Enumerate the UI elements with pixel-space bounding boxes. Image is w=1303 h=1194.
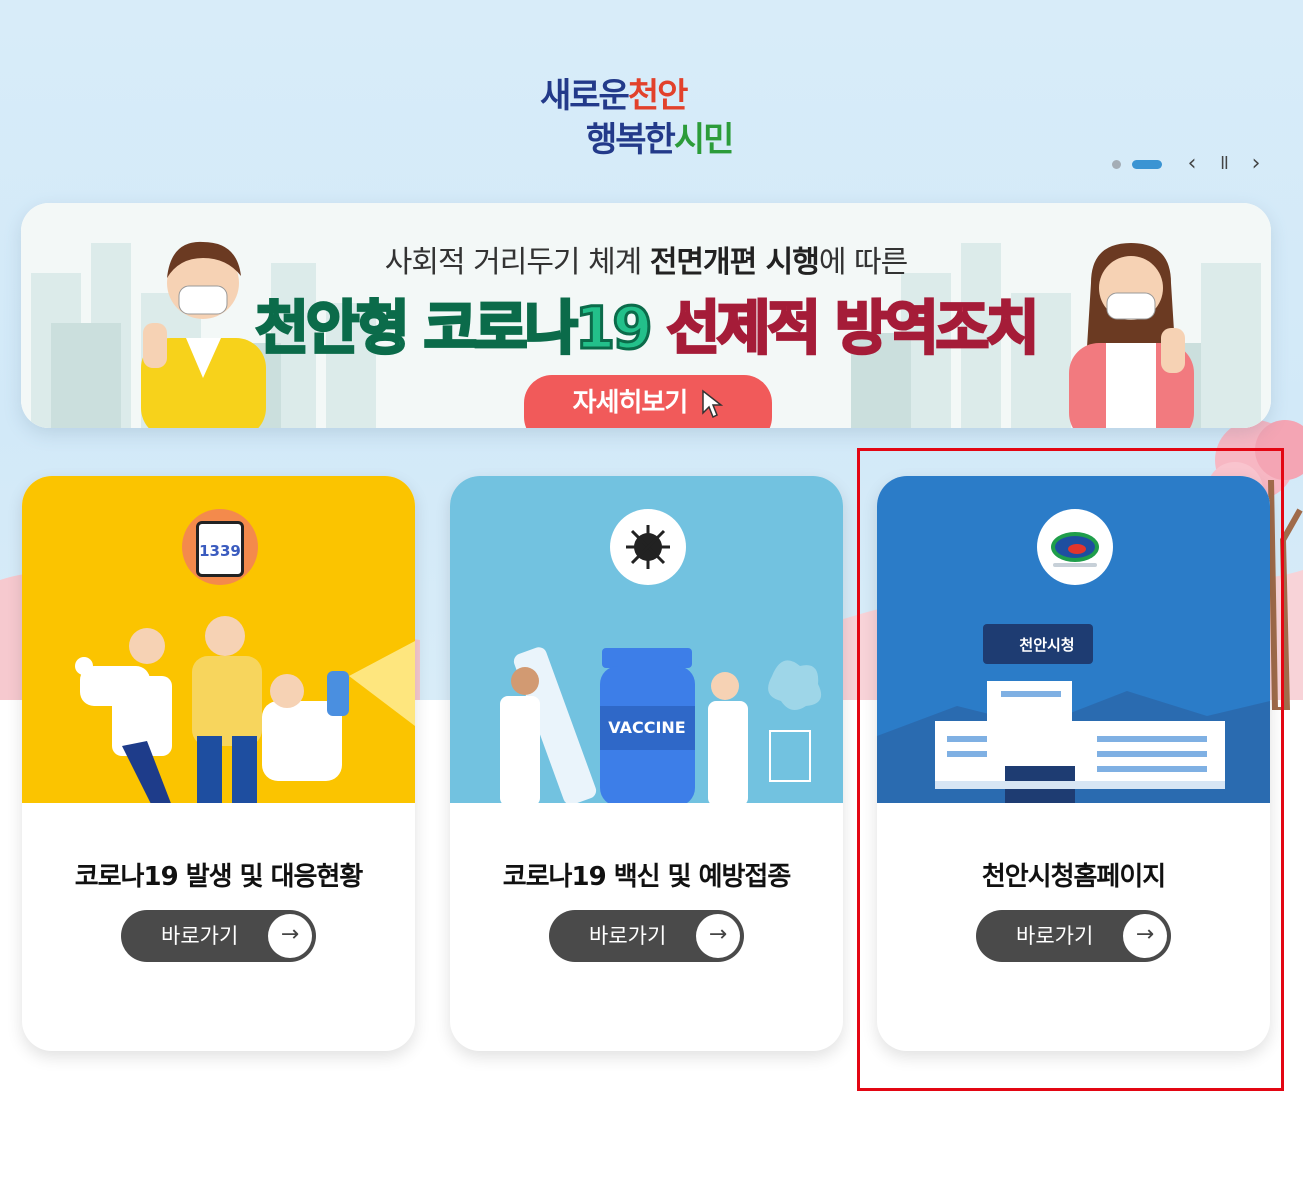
slider-controls: ‹ ll › (1108, 150, 1268, 180)
logo-text-1b: 천안 (627, 76, 689, 116)
banner-subtitle-post: 에 따른 (818, 245, 908, 280)
banner-subtitle-pre: 사회적 거리두기 체계 (384, 245, 650, 280)
banner-subtitle: 사회적 거리두기 체계 전면개편 시행에 따른 (21, 237, 1271, 281)
banner-headline: 천안형 코로나19 선제적 방역조치 (21, 281, 1271, 365)
logo-text-1a: 새로운 (540, 76, 630, 116)
arrow-right-icon: → (268, 914, 312, 958)
card-covid-status-title: 코로나19 발생 및 대응현황 (74, 862, 364, 892)
card-covid-status[interactable]: 1339 코로나19 발생 및 대응현황 바로가기 → (22, 476, 415, 1051)
banner-headline-green: 천안형 코로나19 (254, 293, 667, 364)
vaccine-doctors-illustration: VACCINE (500, 647, 822, 803)
card-covid-status-go-button[interactable]: 바로가기 → (121, 910, 316, 962)
go-button-label: 바로가기 (161, 924, 239, 948)
card-vaccine-go-button[interactable]: 바로가기 → (549, 910, 744, 962)
banner-headline-red: 선제적 방역조치 (665, 293, 1041, 364)
card-vaccine[interactable]: VACCINE 코로나19 백신 및 예방접종 바로가기 → (450, 476, 843, 1051)
slide-indicator-1[interactable] (1112, 160, 1121, 169)
prev-slide-button[interactable]: ‹ (1180, 150, 1204, 178)
next-slide-button[interactable]: › (1244, 150, 1268, 178)
banner-details-button[interactable]: 자세히보기 (524, 375, 772, 428)
cursor-pointer-icon (702, 388, 724, 418)
vaccine-bottle-label: VACCINE (608, 718, 685, 737)
pause-slide-button[interactable]: ll (1212, 150, 1236, 178)
card-vaccine-title: 코로나19 백신 및 예방접종 (502, 862, 792, 892)
logo-text-2a: 행복한 (586, 120, 676, 160)
slide-indicator-2-active[interactable] (1132, 160, 1162, 169)
banner-details-label: 자세히보기 (572, 388, 689, 418)
highlight-box (857, 448, 1284, 1091)
hand-wash-people-illustration (75, 616, 415, 803)
arrow-right-icon: → (696, 914, 740, 958)
logo-text-2b: 시민 (673, 120, 735, 160)
card-vaccine-illustration: VACCINE (450, 476, 843, 803)
banner-subtitle-bold: 전면개편 시행 (649, 245, 820, 280)
city-slogan-logo: 새로운천안 행복한시민 (540, 68, 755, 160)
covid-banner[interactable]: 사회적 거리두기 체계 전면개편 시행에 따른 천안형 코로나19 선제적 방역… (21, 203, 1271, 428)
card-covid-status-illustration: 1339 (22, 476, 415, 803)
go-button-label: 바로가기 (589, 924, 667, 948)
